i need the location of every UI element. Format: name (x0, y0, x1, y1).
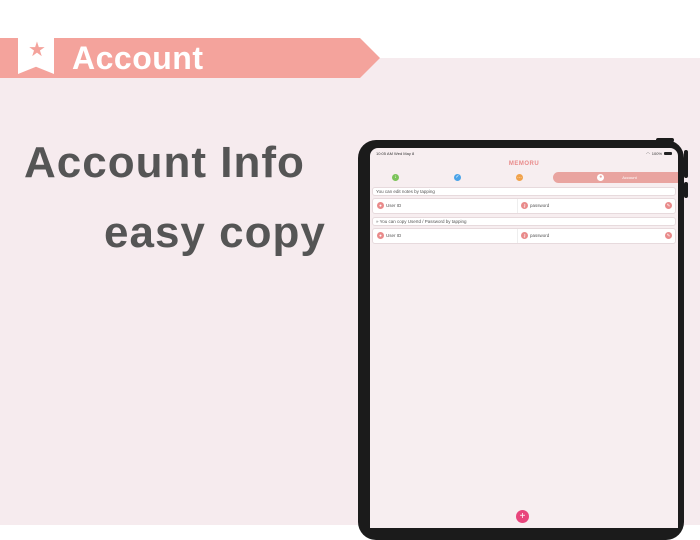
password-label: password (530, 203, 550, 208)
divider (517, 229, 518, 243)
user-icon: ● (377, 202, 384, 209)
tab-messages[interactable]: … (516, 172, 523, 183)
tab-bar: ↓ ✓ … ● Account (370, 170, 678, 184)
banner-title: Account (72, 40, 204, 76)
download-icon: ↓ (392, 174, 399, 181)
tablet-volume-down (684, 182, 688, 198)
divider (517, 199, 518, 213)
check-icon: ✓ (454, 174, 461, 181)
tablet-screen: 10:05 AM Wed May 8 ◠ 100% MEMORU ↓ ✓ … ●… (370, 148, 678, 528)
tab-download[interactable]: ↓ (392, 172, 399, 183)
edit-button[interactable]: ✎ (665, 232, 672, 239)
user-id-field[interactable]: ● User ID (377, 232, 401, 239)
message-icon: … (516, 174, 523, 181)
user-id-label: User ID (386, 233, 402, 238)
status-bar: 10:05 AM Wed May 8 ◠ 100% (370, 148, 678, 158)
password-field[interactable]: ⚷ password (521, 232, 549, 239)
add-button[interactable]: + (516, 510, 529, 523)
status-time: 10:05 AM Wed May 8 (376, 150, 415, 156)
edit-button[interactable]: ✎ (665, 202, 672, 209)
battery-percent: 100% (651, 150, 662, 156)
note-row[interactable]: You can edit notes by tapping (372, 187, 676, 196)
credential-row: ● User ID ⚷ password ✎ (372, 228, 676, 244)
password-label: password (530, 233, 550, 238)
star-icon: ★ (28, 39, 46, 61)
battery-icon (664, 151, 672, 155)
account-section-1: You can edit notes by tapping ● User ID … (372, 187, 676, 214)
note-row[interactable]: » You can copy UserId / Password by tapp… (372, 217, 676, 226)
password-field[interactable]: ⚷ password (521, 202, 549, 209)
headline-line-2: easy copy (104, 208, 326, 257)
app-title: MEMORU (508, 161, 540, 167)
wifi-icon: ◠ (646, 150, 650, 156)
tab-account-label: Account (622, 175, 637, 180)
tablet-volume-up (684, 150, 688, 178)
tab-account[interactable]: ● Account (553, 172, 678, 183)
key-icon: ⚷ (521, 232, 528, 239)
key-icon: ⚷ (521, 202, 528, 209)
credential-row: ● User ID ⚷ password ✎ (372, 198, 676, 214)
user-id-label: User ID (386, 203, 402, 208)
account-section-2: » You can copy UserId / Password by tapp… (372, 217, 676, 244)
user-icon: ● (377, 232, 384, 239)
tab-done[interactable]: ✓ (454, 172, 461, 183)
user-icon: ● (597, 174, 605, 181)
headline-line-1: Account Info (24, 138, 305, 187)
user-id-field[interactable]: ● User ID (377, 202, 401, 209)
